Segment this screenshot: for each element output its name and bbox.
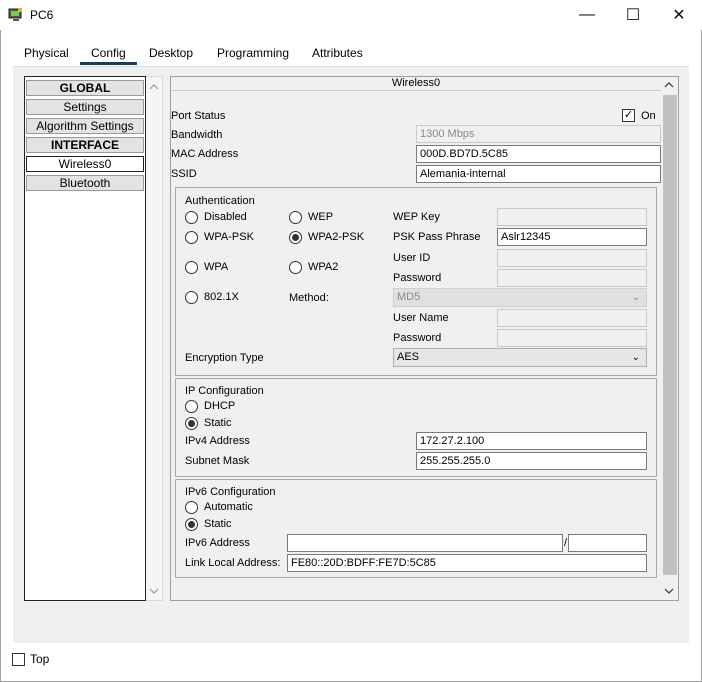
chevron-down-icon: ⌄: [631, 352, 640, 363]
link-local-address-field[interactable]: FE80::20D:BDFF:FE7D:5C85: [287, 554, 647, 572]
pc-app-icon: [8, 8, 22, 21]
sidebar-item-wireless0[interactable]: Wireless0: [26, 156, 144, 172]
tab-physical[interactable]: Physical: [24, 46, 69, 66]
port-status-checkbox[interactable]: ✓: [622, 109, 635, 122]
interface-list: [24, 76, 146, 601]
mac-address-label: MAC Address: [171, 148, 239, 160]
wep-key-field: [497, 208, 647, 226]
encryption-type-value: AES: [397, 351, 420, 363]
method-value: MD5: [397, 291, 421, 303]
ipv6-prefix-field[interactable]: [568, 534, 647, 552]
auth-wep-label: WEP: [308, 211, 334, 223]
ipv6-static-radio[interactable]: [185, 518, 198, 531]
password-field: [497, 269, 647, 287]
always-on-top-label: Top: [30, 652, 50, 666]
window-title: PC6: [30, 8, 54, 22]
ipv6-static-label: Static: [204, 518, 232, 530]
auth-wpa2-psk-radio[interactable]: [289, 231, 302, 244]
encryption-type-select[interactable]: AES ⌄: [393, 348, 647, 367]
ipv4-address-field[interactable]: 172.27.2.100: [416, 432, 647, 450]
auth-disabled-label: Disabled: [204, 211, 247, 223]
ipv6-address-label: IPv6 Address: [185, 537, 250, 549]
chevron-up-icon[interactable]: [149, 83, 159, 91]
auth-8021x-label: 802.1X: [204, 291, 239, 303]
port-status-on-label: On: [641, 110, 656, 122]
minimize-button[interactable]: —: [564, 0, 610, 30]
subnet-mask-field[interactable]: 255.255.255.0: [416, 452, 647, 470]
chevron-down-icon: ⌄: [631, 292, 640, 303]
ipv6-prefix-separator: /: [564, 537, 568, 549]
user-id-field: [497, 249, 647, 267]
config-scrollbar-thumb[interactable]: [663, 95, 677, 575]
chevron-up-icon[interactable]: [664, 81, 674, 89]
subnet-mask-label: Subnet Mask: [185, 455, 250, 467]
ip-static-label: Static: [204, 417, 232, 429]
ipv4-address-label: IPv4 Address: [185, 435, 250, 447]
always-on-top-checkbox[interactable]: [12, 653, 25, 666]
auth-wpa2-label: WPA2: [308, 261, 339, 273]
interface-list-scrollbar[interactable]: [146, 76, 163, 601]
sidebar-header-interface: INTERFACE: [26, 137, 144, 153]
close-button[interactable]: ✕: [656, 0, 702, 30]
sidebar-item-algorithm-settings[interactable]: Algorithm Settings: [26, 118, 144, 134]
encryption-type-label: Encryption Type: [185, 352, 264, 364]
auth-wpa2-psk-label: WPA2-PSK: [308, 231, 365, 243]
auth-disabled-radio[interactable]: [185, 211, 198, 224]
wep-key-label: WEP Key: [393, 211, 440, 223]
psk-pass-phrase-field[interactable]: Aslr12345: [497, 228, 647, 246]
port-status-label: Port Status: [171, 110, 226, 122]
password2-field: [497, 329, 647, 347]
user-id-label: User ID: [393, 252, 431, 264]
mac-address-field[interactable]: 000D.BD7D.5C85: [416, 145, 661, 163]
auth-wpa-label: WPA: [204, 261, 229, 273]
sidebar-item-settings[interactable]: Settings: [26, 99, 144, 115]
link-local-address-label: Link Local Address:: [185, 557, 281, 569]
ip-static-radio[interactable]: [185, 417, 198, 430]
ssid-field[interactable]: Alemania-internal: [416, 165, 661, 183]
ipv6-configuration-title: IPv6 Configuration: [185, 486, 276, 498]
auth-wpa-psk-label: WPA-PSK: [204, 231, 254, 243]
sidebar-item-bluetooth[interactable]: Bluetooth: [26, 175, 144, 191]
user-name-field: [497, 309, 647, 327]
psk-pass-phrase-label: PSK Pass Phrase: [393, 231, 481, 243]
selected-tab-indicator: [80, 62, 137, 65]
auth-wpa-psk-radio[interactable]: [185, 231, 198, 244]
chevron-down-icon[interactable]: [149, 587, 159, 595]
bandwidth-field: 1300 Mbps: [416, 125, 661, 143]
ipv6-automatic-radio[interactable]: [185, 501, 198, 514]
tab-attributes[interactable]: Attributes: [312, 46, 363, 66]
method-label: Method:: [289, 292, 329, 304]
auth-wep-radio[interactable]: [289, 211, 302, 224]
chevron-down-icon[interactable]: [664, 587, 674, 595]
panel-title: Wireless0: [171, 77, 661, 91]
tab-desktop[interactable]: Desktop: [149, 46, 193, 66]
authentication-title: Authentication: [185, 195, 255, 207]
ip-dhcp-label: DHCP: [204, 400, 236, 412]
user-name-label: User Name: [393, 312, 449, 324]
ip-configuration-title: IP Configuration: [185, 385, 264, 397]
ip-dhcp-radio[interactable]: [185, 400, 198, 413]
ipv6-address-field[interactable]: [287, 534, 563, 552]
tab-programming[interactable]: Programming: [217, 46, 289, 66]
password2-label: Password: [393, 332, 442, 344]
ipv6-automatic-label: Automatic: [204, 501, 253, 513]
auth-wpa-radio[interactable]: [185, 261, 198, 274]
auth-8021x-radio[interactable]: [185, 291, 198, 304]
password-label: Password: [393, 272, 442, 284]
sidebar-header-global: GLOBAL: [26, 80, 144, 96]
auth-wpa2-radio[interactable]: [289, 261, 302, 274]
bandwidth-label: Bandwidth: [171, 129, 223, 141]
maximize-button[interactable]: ☐: [610, 0, 656, 30]
ssid-label: SSID: [171, 168, 197, 180]
method-select: MD5 ⌄: [393, 288, 647, 307]
